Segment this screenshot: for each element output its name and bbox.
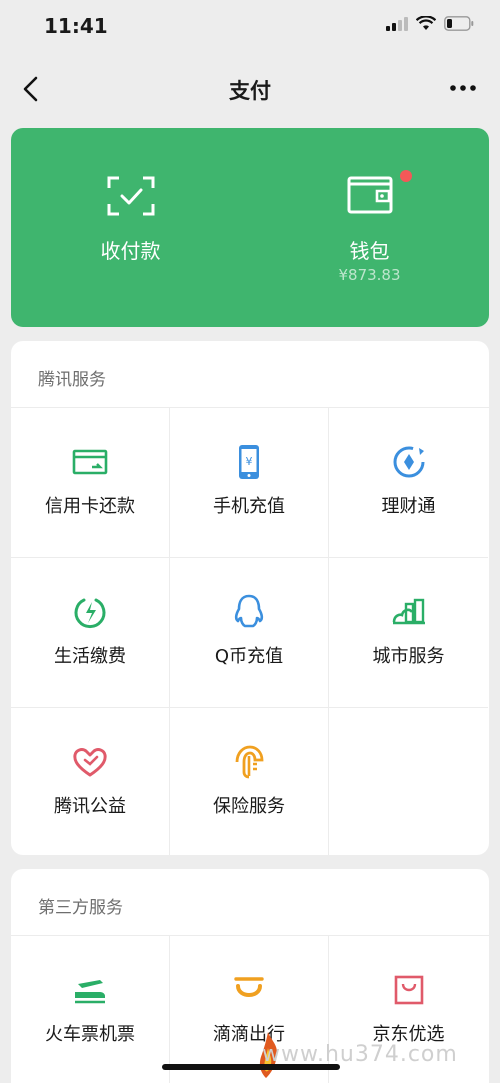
page-title: 支付	[229, 79, 271, 103]
home-indicator	[162, 1064, 340, 1070]
scan-check-icon	[107, 176, 154, 216]
item-label: Q币充值	[214, 646, 284, 667]
utility-bolt-icon	[74, 598, 106, 629]
status-time: 11:41	[44, 14, 108, 38]
charity-heart-icon	[73, 748, 107, 777]
train-plane-tickets-item[interactable]: 火车票机票	[11, 936, 170, 1083]
receive-pay-label: 收付款	[100, 239, 161, 263]
wifi-icon	[416, 16, 436, 30]
wealth-icon	[393, 446, 424, 478]
wallet-icon	[347, 176, 392, 214]
q-coin-item[interactable]: Q币充值	[170, 558, 329, 708]
item-label: 火车票机票	[45, 1024, 135, 1045]
battery-icon	[444, 16, 474, 31]
phone-topup-item[interactable]: ¥ 手机充值	[170, 408, 329, 558]
service-grid: 信用卡还款 ¥ 手机充值 理财通 生活缴费 Q币充值 城市服务 腾讯公益 保险服…	[11, 407, 489, 855]
section-title: 第三方服务	[38, 898, 123, 918]
charity-item[interactable]: 腾讯公益	[11, 708, 170, 855]
section-title: 腾讯服务	[38, 370, 106, 390]
more-dots-icon	[450, 85, 476, 91]
receive-pay-button[interactable]: 收付款	[11, 128, 250, 327]
svg-text:¥: ¥	[246, 455, 253, 468]
wallet-balance: ¥873.83	[338, 266, 401, 284]
more-button[interactable]	[448, 76, 478, 100]
service-grid: 火车票机票 滴滴出行 京东优选	[11, 935, 489, 1083]
tencent-services-section: 腾讯服务 信用卡还款 ¥ 手机充值 理财通 生活缴费 Q币充值 城市服务 腾讯公…	[11, 341, 489, 855]
item-label: 保险服务	[213, 796, 285, 817]
phone-topup-icon: ¥	[239, 445, 259, 479]
item-label: 理财通	[381, 496, 436, 517]
nav-bar: 支付	[0, 62, 500, 116]
wallet-card: 收付款 钱包 ¥873.83	[11, 128, 489, 327]
insurance-item[interactable]: 保险服务	[170, 708, 329, 855]
item-label: 城市服务	[372, 646, 445, 667]
qq-penguin-icon	[234, 594, 264, 628]
item-label: 腾讯公益	[54, 796, 126, 817]
wallet-button[interactable]: 钱包 ¥873.83	[250, 128, 489, 327]
wealth-item[interactable]: 理财通	[329, 408, 488, 558]
item-label: 手机充值	[213, 496, 285, 517]
credit-card-repay-item[interactable]: 信用卡还款	[11, 408, 170, 558]
wallet-label: 钱包	[349, 239, 390, 263]
insurance-umbrella-icon	[235, 745, 264, 779]
city-services-item[interactable]: 城市服务	[329, 558, 488, 708]
item-label: 信用卡还款	[45, 496, 135, 517]
city-icon	[392, 598, 425, 625]
train-plane-icon	[75, 980, 105, 1004]
utility-payment-item[interactable]: 生活缴费	[11, 558, 170, 708]
didi-icon	[234, 977, 264, 997]
status-indicators	[386, 16, 474, 31]
cellular-signal-icon	[386, 16, 408, 31]
item-label: 生活缴费	[54, 646, 126, 667]
notification-badge	[400, 170, 412, 182]
empty-cell	[329, 708, 488, 855]
shopping-bag-icon	[394, 975, 423, 1005]
credit-card-icon	[72, 449, 108, 475]
status-bar: 11:41	[0, 0, 500, 54]
